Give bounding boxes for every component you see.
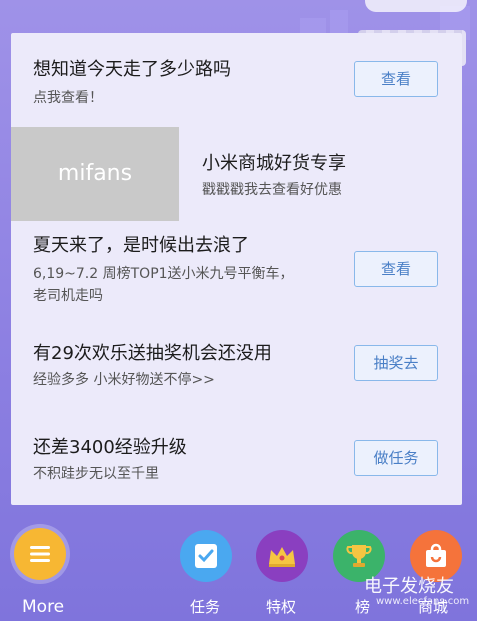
menu-icon[interactable] bbox=[14, 528, 66, 580]
header-pill bbox=[365, 0, 467, 12]
task-panel: 想知道今天走了多少路吗 点我查看！ 查看 小米商城好货专享 戳戳戳我去查看好优惠… bbox=[11, 33, 462, 505]
card-title: 还差3400经验升级 bbox=[33, 437, 187, 458]
card-subtitle: 点我查看！ bbox=[33, 90, 103, 106]
crown-icon[interactable] bbox=[256, 530, 308, 582]
nav-privileges-label: 特权 bbox=[266, 598, 297, 616]
card-title: 有29次欢乐送抽奖机会还没用 bbox=[33, 343, 272, 364]
watermark-en: www.elecfans.com bbox=[376, 596, 470, 607]
card-subtitle-line1: 6,19~7.2 周榜TOP1送小米九号平衡车， bbox=[33, 266, 294, 282]
card-lottery[interactable]: 有29次欢乐送抽奖机会还没用 经验多多 小米好物送不停>> 抽奖去 bbox=[11, 327, 462, 417]
nav-tasks-label: 任务 bbox=[190, 598, 221, 616]
view-summer-button[interactable]: 查看 bbox=[354, 251, 438, 287]
card-levelup[interactable]: 还差3400经验升级 不积跬步无以至千里 做任务 bbox=[11, 417, 462, 505]
do-tasks-button[interactable]: 做任务 bbox=[354, 440, 438, 476]
watermark-cn: 电子发烧友 bbox=[364, 576, 454, 597]
card-summer[interactable]: 夏天来了，是时候出去浪了 6,19~7.2 周榜TOP1送小米九号平衡车， 老司… bbox=[11, 221, 462, 327]
nav-more-label: More bbox=[22, 597, 65, 617]
view-steps-button[interactable]: 查看 bbox=[354, 61, 438, 97]
card-title: 想知道今天走了多少路吗 bbox=[33, 59, 231, 80]
card-subtitle: 不积跬步无以至千里 bbox=[33, 466, 159, 482]
checklist-icon[interactable] bbox=[180, 530, 232, 582]
card-title: 夏天来了，是时候出去浪了 bbox=[33, 235, 249, 256]
lottery-button[interactable]: 抽奖去 bbox=[354, 345, 438, 381]
card-subtitle-line2: 老司机走吗 bbox=[33, 288, 103, 304]
nav-more[interactable]: More bbox=[14, 528, 66, 618]
nav-tasks[interactable]: 任务 bbox=[180, 530, 232, 620]
ad-image[interactable]: mifans bbox=[11, 127, 179, 221]
nav-rank-label: 榜 bbox=[355, 598, 371, 616]
card-steps[interactable]: 想知道今天走了多少路吗 点我查看！ 查看 bbox=[11, 33, 462, 127]
card-title: 小米商城好货专享 bbox=[202, 153, 346, 174]
card-subtitle: 经验多多 小米好物送不停>> bbox=[33, 372, 215, 388]
watermark: 电子发烧友 www.elecfans.com bbox=[364, 572, 469, 607]
card-subtitle: 戳戳戳我去查看好优惠 bbox=[202, 182, 342, 198]
nav-privileges[interactable]: 特权 bbox=[256, 530, 308, 620]
